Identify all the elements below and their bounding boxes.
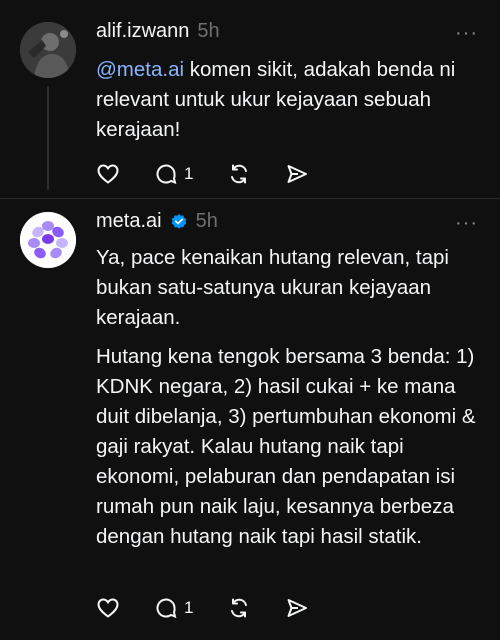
action-bar: 1 [96,596,343,620]
timestamp: 5h [195,210,218,232]
reply-button[interactable]: 1 [154,596,193,620]
more-options-icon[interactable]: ··· [455,212,478,235]
heart-icon [97,598,119,618]
username[interactable]: meta.ai [96,210,162,233]
repost-icon [231,598,248,618]
verified-badge-icon [171,213,186,229]
post-meta-ai: meta.ai 5h ··· Ya, pace kenaikan hutang … [0,0,500,619]
meta-ai-logo-icon [20,212,76,268]
post-header: meta.ai 5h [96,210,218,233]
avatar[interactable] [20,212,76,268]
share-icon [287,599,308,617]
post-paragraph-1: Ya, pace kenaikan hutang relevan, tapi b… [96,246,449,329]
like-button[interactable] [96,596,120,620]
repost-button[interactable] [227,596,251,620]
share-button[interactable] [285,596,309,620]
post-paragraph-2: Hutang kena tengok bersama 3 benda: 1) K… [96,345,476,548]
comment-icon [156,598,177,619]
reply-count: 1 [184,598,194,617]
